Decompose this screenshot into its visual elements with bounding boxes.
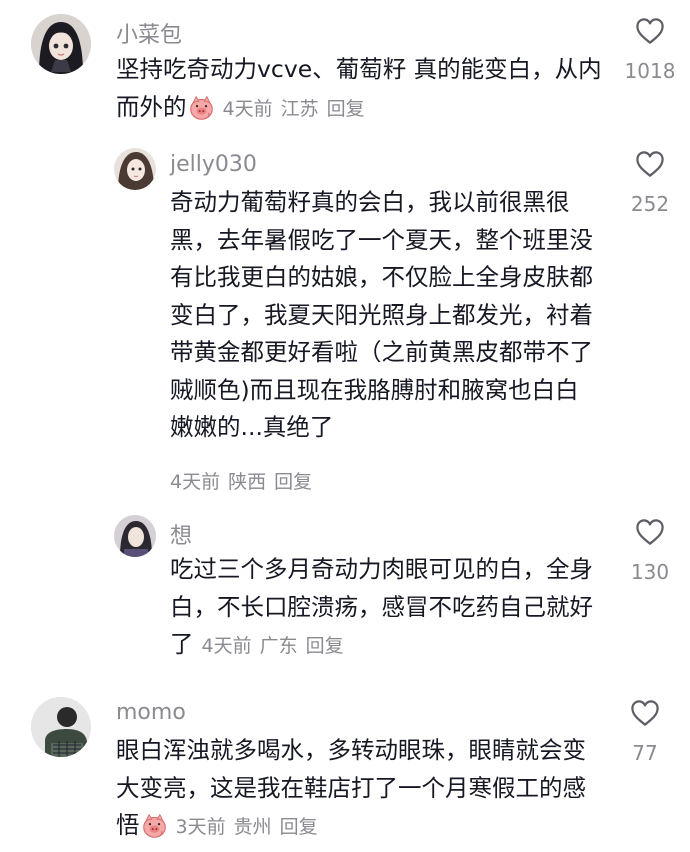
pig-emoji	[188, 94, 215, 121]
comment-time: 4天前	[222, 97, 273, 120]
heart-outline-icon	[630, 699, 660, 727]
comment-location: 陕西	[228, 471, 267, 493]
comment-body: 眼白浑浊就多喝水，多转动眼珠，眼睛就会变大变亮，这是我在鞋店打了一个月寒假工的感…	[116, 732, 596, 847]
comment-body: 奇动力葡萄籽真的会白，我以前很黑很黑，去年暑假吃了一个夏天，整个班里没有比我更白…	[170, 184, 600, 447]
like-count: 252	[630, 192, 670, 216]
comment-time: 4天前	[201, 635, 252, 657]
comment-item: momo 眼白浑浊就多喝水，多转动眼珠，眼睛就会变大变亮，这是我在鞋店打了一个月…	[0, 685, 690, 852]
reply-comment-item: 想 吃过三个多月奇动力肉眼可见的白，全身白，不长口腔溃疡，感冒不吃药自己就好了 4…	[0, 505, 690, 685]
like-count: 77	[632, 741, 658, 765]
reply-button[interactable]: 回复	[306, 635, 344, 657]
comment-text: 奇动力葡萄籽真的会白，我以前很黑很黑，去年暑假吃了一个夏天，整个班里没有比我更白…	[170, 188, 601, 441]
comment-username[interactable]: 小菜包	[116, 17, 182, 49]
like-button[interactable]: 130	[620, 518, 680, 584]
comment-body: 坚持吃奇动力vcve、葡萄籽 真的能变白，从内而外的 4天前 江苏 回复	[116, 51, 606, 128]
reply-button[interactable]: 回复	[327, 98, 365, 120]
comment-location: 贵州	[233, 816, 272, 838]
comment-meta: 3天前 贵州 回复	[176, 816, 326, 838]
like-count: 1018	[624, 59, 676, 83]
reply-button[interactable]: 回复	[280, 816, 318, 838]
avatar[interactable]	[31, 697, 91, 757]
avatar[interactable]	[114, 148, 156, 190]
comment-location: 广东	[259, 635, 298, 657]
comment-item: 小菜包 坚持吃奇动力vcve、葡萄籽 真的能变白，从内而外的 4天前 江苏 回复 10…	[0, 0, 690, 140]
comment-meta: 4天前 广东 回复	[202, 635, 352, 657]
like-count: 130	[630, 560, 670, 584]
avatar[interactable]	[31, 14, 91, 74]
avatar[interactable]	[114, 515, 156, 557]
like-button[interactable]: 1018	[620, 17, 680, 83]
comment-username[interactable]: 想	[170, 518, 192, 550]
comment-username[interactable]: momo	[116, 700, 186, 725]
comment-meta: 4天前 陕西 回复	[170, 467, 320, 494]
heart-outline-icon	[635, 518, 665, 546]
heart-outline-icon	[635, 17, 665, 45]
like-button[interactable]: 252	[620, 150, 680, 216]
heart-outline-icon	[635, 150, 665, 178]
like-button[interactable]: 77	[615, 699, 675, 765]
reply-comment-item: jelly030 奇动力葡萄籽真的会白，我以前很黑很黑，去年暑假吃了一个夏天，整…	[0, 140, 690, 505]
comment-time: 3天前	[175, 816, 226, 838]
comment-time: 4天前	[170, 471, 221, 493]
comment-body: 吃过三个多月奇动力肉眼可见的白，全身白，不长口腔溃疡，感冒不吃药自己就好了 4天前…	[170, 551, 600, 666]
reply-button[interactable]: 回复	[274, 471, 312, 493]
comment-username[interactable]: jelly030	[170, 152, 257, 177]
comment-meta: 4天前 江苏 回复	[223, 98, 373, 120]
comment-location: 江苏	[280, 97, 319, 120]
pig-emoji	[141, 812, 168, 839]
